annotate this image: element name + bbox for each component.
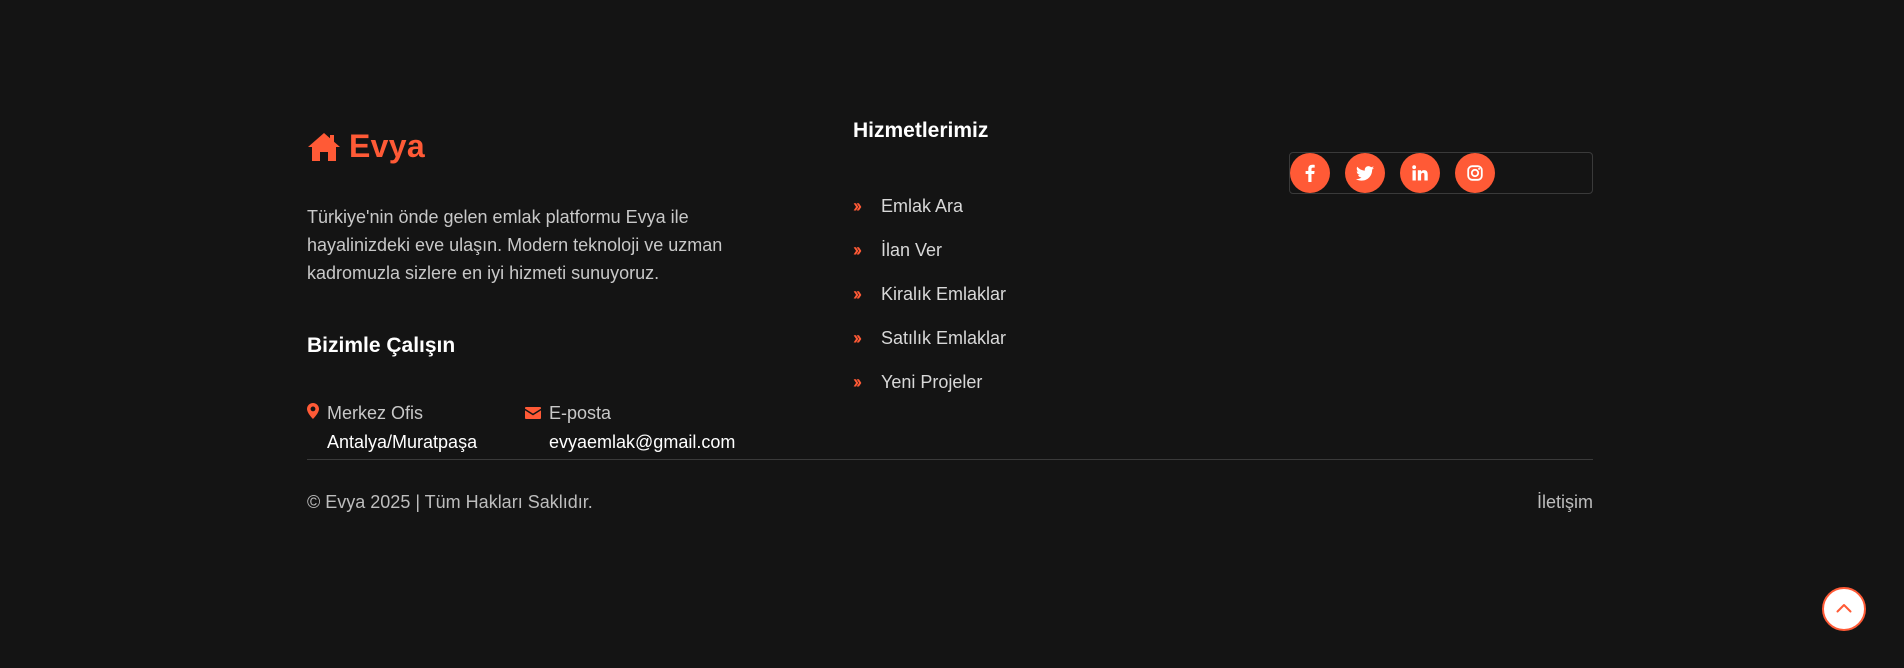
services-list: ›› Emlak Ara ›› İlan Ver ›› Kiralık Emla… (853, 184, 1006, 404)
double-chevron-right-icon: ›› (853, 239, 862, 260)
office-contact: Merkez Ofis Antalya/Muratpaşa (307, 400, 477, 453)
envelope-icon (525, 403, 541, 424)
linkedin-icon (1412, 165, 1428, 181)
social-links (1289, 152, 1593, 194)
brand-name: Evya (349, 128, 425, 164)
service-item-label: İlan Ver (881, 239, 943, 260)
service-item-label: Yeni Projeler (881, 371, 983, 392)
linkedin-button[interactable] (1400, 153, 1440, 193)
work-with-us-title: Bizimle Çalışın (307, 334, 456, 357)
footer-container: Evya Türkiye'nin önde gelen emlak platfo… (307, 0, 1593, 668)
back-to-top-button[interactable] (1822, 587, 1866, 631)
service-item-ilan-ver[interactable]: ›› İlan Ver (853, 228, 1006, 272)
facebook-button[interactable] (1290, 153, 1330, 193)
service-item-label: Emlak Ara (881, 195, 964, 216)
service-item-kiralik-emlaklar[interactable]: ›› Kiralık Emlaklar (853, 272, 1006, 316)
email-contact: E-posta evyaemlak@gmail.com (525, 400, 735, 453)
twitter-button[interactable] (1345, 153, 1385, 193)
chevron-up-icon (1836, 600, 1852, 618)
service-item-satilik-emlaklar[interactable]: ›› Satılık Emlaklar (853, 316, 1006, 360)
service-item-yeni-projeler[interactable]: ›› Yeni Projeler (853, 360, 1006, 404)
about-text: Türkiye'nin önde gelen emlak platformu E… (307, 207, 723, 283)
footer-divider (307, 459, 1593, 460)
map-marker-icon (307, 402, 319, 424)
twitter-icon (1356, 165, 1374, 181)
services-title: Hizmetlerimiz (853, 119, 989, 142)
double-chevron-right-icon: ›› (853, 371, 862, 392)
service-item-label: Kiralık Emlaklar (881, 283, 1007, 304)
office-label: Merkez Ofis (327, 402, 424, 423)
double-chevron-right-icon: ›› (853, 283, 862, 304)
service-item-label: Satılık Emlaklar (881, 327, 1007, 348)
double-chevron-right-icon: ›› (853, 195, 862, 216)
instagram-button[interactable] (1455, 153, 1495, 193)
copyright-text: © Evya 2025 | Tüm Hakları Saklıdır. (307, 492, 593, 512)
office-value: Antalya/Muratpaşa (327, 432, 478, 452)
email-label: E-posta (549, 402, 612, 423)
facebook-icon (1305, 164, 1315, 182)
double-chevron-right-icon: ›› (853, 327, 862, 348)
brand-logo[interactable]: Evya (307, 128, 425, 165)
site-footer: Evya Türkiye'nin önde gelen emlak platfo… (0, 0, 1904, 668)
contact-link[interactable]: İletişim (1537, 492, 1593, 513)
instagram-icon (1467, 165, 1483, 181)
service-item-emlak-ara[interactable]: ›› Emlak Ara (853, 184, 1006, 228)
house-icon (307, 132, 341, 162)
email-value[interactable]: evyaemlak@gmail.com (525, 432, 735, 453)
